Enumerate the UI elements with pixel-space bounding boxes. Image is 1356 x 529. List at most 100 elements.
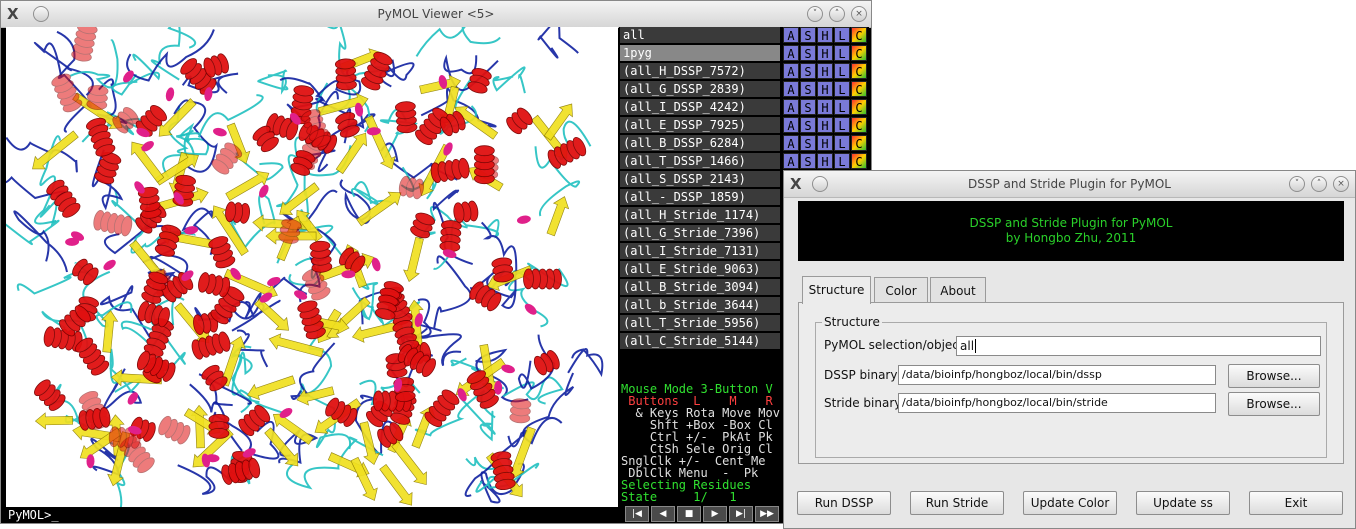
run-dssp-button[interactable]: Run DSSP [797,491,891,515]
object-name[interactable]: (all_E_DSSP_7925) [620,117,780,134]
object-name[interactable]: (all_T_DSSP_1466) [620,153,780,170]
hide-button[interactable]: H [817,27,833,43]
object-name[interactable]: (all_B_DSSP_6284) [620,135,780,152]
maximize-icon[interactable]: ˄ [829,6,845,22]
step-back-icon[interactable]: ◀ [651,506,675,522]
minimize-icon[interactable]: ˅ [1289,176,1305,192]
stride-binary-input[interactable]: /data/bioinfp/hongboz/local/bin/stride [898,393,1216,413]
dssp-binary-label: DSSP binary: [824,368,901,382]
stride-browse-button[interactable]: Browse... [1228,392,1320,416]
action-button[interactable]: A [783,117,799,133]
label-button[interactable]: L [834,81,850,97]
molecule-viewport[interactable] [6,27,618,507]
object-name[interactable]: (all_I_DSSP_4242) [620,99,780,116]
color-button[interactable]: C [851,153,867,169]
show-button[interactable]: S [800,81,816,97]
action-button[interactable]: A [783,45,799,61]
hide-button[interactable]: H [817,45,833,61]
exit-button[interactable]: Exit [1249,491,1343,515]
beta-strand-arrow [254,297,290,331]
object-name[interactable]: (all_S_DSSP_2143) [620,171,780,188]
hide-button[interactable]: H [817,153,833,169]
stop-icon[interactable]: ■ [677,506,701,522]
maximize-icon[interactable]: ˄ [1311,176,1327,192]
hide-button[interactable]: H [817,135,833,151]
close-icon[interactable]: × [851,6,867,22]
action-button[interactable]: A [783,99,799,115]
minimize-icon[interactable]: ˅ [807,6,823,22]
structure-tab-panel: Structure PyMOL selection/object: all DS… [798,302,1344,464]
hide-button[interactable]: H [817,63,833,79]
label-button[interactable]: L [834,135,850,151]
color-button[interactable]: C [851,135,867,151]
color-button[interactable]: C [851,27,867,43]
object-name[interactable]: (all_I_Stride_7131) [620,243,780,260]
color-button[interactable]: C [851,63,867,79]
object-name[interactable]: (all_b_Stride_3644) [620,297,780,314]
rewind-icon[interactable]: |◀ [625,506,649,522]
show-button[interactable]: S [800,135,816,151]
hide-button[interactable]: H [817,81,833,97]
dssp-binary-input[interactable]: /data/bioinfp/hongboz/local/bin/dssp [898,365,1216,385]
color-button[interactable]: C [851,99,867,115]
object-name[interactable]: (all_H_Stride_1174) [620,207,780,224]
tab-structure[interactable]: Structure [802,276,871,304]
plugin-titlebar[interactable]: X DSSP and Stride Plugin for PyMOL ˅ ˄ × [784,171,1355,198]
object-name[interactable]: (all_T_Stride_5956) [620,315,780,332]
magenta-residue [516,215,531,224]
pymol-titlebar[interactable]: X PyMOL Viewer <5> ˅ ˄ × [1,1,871,28]
command-line-input[interactable]: PyMOL>_ [6,507,618,523]
hide-button[interactable]: H [817,117,833,133]
show-button[interactable]: S [800,27,816,43]
label-button[interactable]: L [834,45,850,61]
alpha-helix [309,240,333,273]
action-button[interactable]: A [783,153,799,169]
action-button[interactable]: A [783,63,799,79]
object-name[interactable]: (all_B_Stride_3094) [620,279,780,296]
fast-forward-icon[interactable]: ▶▶ [755,506,779,522]
selection-input[interactable]: all [956,336,1321,356]
show-button[interactable]: S [800,45,816,61]
protein-cartoon-render[interactable] [6,27,618,507]
loop-trace [502,376,564,405]
label-button[interactable]: L [834,117,850,133]
object-name[interactable]: (all_G_DSSP_2839) [620,81,780,98]
hide-button[interactable]: H [817,99,833,115]
label-button[interactable]: L [834,99,850,115]
object-name[interactable]: (all_H_DSSP_7572) [620,63,780,80]
label-button[interactable]: L [834,63,850,79]
pymol-window-title: PyMOL Viewer <5> [377,7,495,21]
object-name[interactable]: (all_G_Stride_7396) [620,225,780,242]
tab-about[interactable]: About [930,277,986,303]
helix-turn [372,390,384,412]
action-button[interactable]: A [783,81,799,97]
tab-color[interactable]: Color [874,277,928,303]
show-button[interactable]: S [800,117,816,133]
run-stride-button[interactable]: Run Stride [910,491,1004,515]
text-caret [975,339,977,353]
object-name[interactable]: all [620,27,780,44]
label-button[interactable]: L [834,27,850,43]
loop-trace [492,66,526,94]
show-button[interactable]: S [800,63,816,79]
object-name[interactable]: (all_-_DSSP_1859) [620,189,780,206]
alpha-helix [453,200,479,224]
dssp-browse-button[interactable]: Browse... [1228,364,1320,388]
update-ss-button[interactable]: Update ss [1136,491,1230,515]
update-color-button[interactable]: Update Color [1023,491,1117,515]
play-icon[interactable]: ▶ [703,506,727,522]
object-name[interactable]: (all_E_Stride_9063) [620,261,780,278]
color-button[interactable]: C [851,45,867,61]
show-button[interactable]: S [800,99,816,115]
close-icon[interactable]: × [1333,176,1349,192]
object-name[interactable]: (all_C_Stride_5144) [620,333,780,350]
object-name[interactable]: 1pyg [620,45,780,62]
action-button[interactable]: A [783,135,799,151]
color-button[interactable]: C [851,81,867,97]
show-button[interactable]: S [800,153,816,169]
color-button[interactable]: C [851,117,867,133]
step-forward-icon[interactable]: ▶| [729,506,753,522]
label-button[interactable]: L [834,153,850,169]
action-button[interactable]: A [783,27,799,43]
plugin-window-title: DSSP and Stride Plugin for PyMOL [967,177,1171,191]
